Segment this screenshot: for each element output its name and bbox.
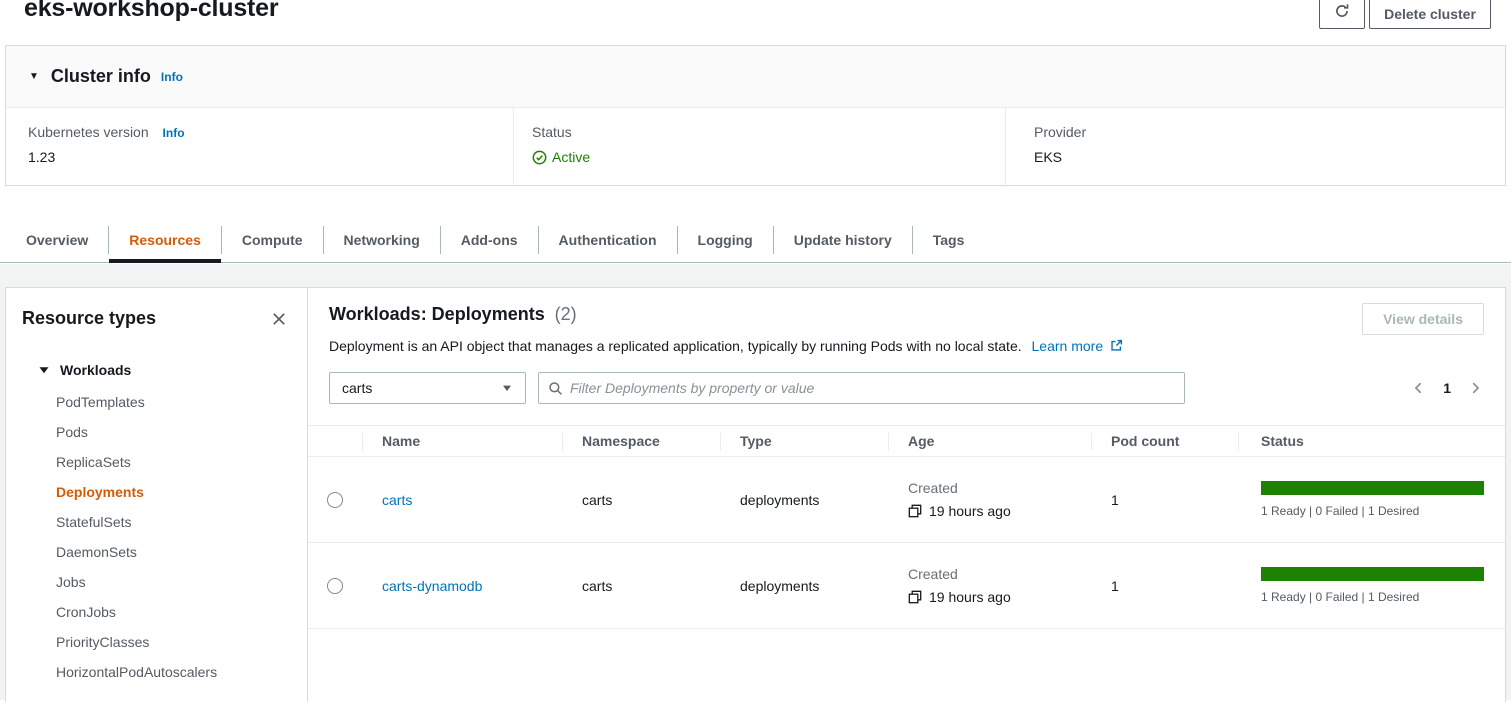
age-cell: Created 19 hours ago (888, 566, 1091, 605)
sidebar-item-horizontalpodautoscalers[interactable]: HorizontalPodAutoscalers (6, 657, 307, 687)
pod-count-cell: 1 (1091, 492, 1238, 508)
refresh-button[interactable] (1319, 0, 1365, 29)
status-bar (1261, 481, 1484, 495)
tab-overview[interactable]: Overview (6, 218, 108, 262)
row-radio-button[interactable] (327, 578, 343, 594)
namespace-cell: carts (562, 492, 720, 508)
next-page-button[interactable] (1466, 379, 1484, 397)
tab-bar: Overview Resources Compute Networking Ad… (0, 218, 1511, 263)
deployments-description: Deployment is an API object that manages… (329, 337, 1484, 357)
table-header-row: Name Namespace Type Age Pod count Status (308, 426, 1505, 457)
cluster-info-panel: ▼ Cluster info Info Kubernetes version I… (5, 45, 1506, 186)
collapse-triangle-icon: ▼ (29, 71, 39, 82)
row-radio-button[interactable] (327, 492, 343, 508)
cluster-info-title: Cluster info (51, 66, 151, 87)
resource-types-title: Resource types (22, 308, 156, 329)
deployments-panel: Workloads: Deployments (2) View details … (308, 288, 1505, 702)
sidebar-item-cronjobs[interactable]: CronJobs (6, 597, 307, 627)
status-bar (1261, 567, 1484, 581)
type-cell: deployments (720, 578, 888, 594)
status-summary: 1 Ready | 0 Failed | 1 Desired (1261, 504, 1484, 518)
previous-page-button[interactable] (1410, 379, 1428, 397)
status-label: Status (532, 124, 1005, 140)
tab-compute[interactable]: Compute (222, 218, 323, 262)
close-icon (271, 315, 287, 330)
filter-dropdown[interactable]: carts (329, 372, 526, 404)
resource-types-sidebar: Resource types Workloads PodTemplates Po… (6, 288, 308, 702)
chevron-left-icon (1412, 383, 1426, 398)
page-title: eks-workshop-cluster (24, 0, 278, 23)
type-cell: deployments (720, 492, 888, 508)
timestamp-icon (908, 504, 922, 518)
column-header-pod-count: Pod count (1091, 426, 1238, 456)
sidebar-item-statefulsets[interactable]: StatefulSets (6, 507, 307, 537)
search-box (538, 372, 1185, 404)
column-header-status: Status (1238, 426, 1505, 456)
tab-add-ons[interactable]: Add-ons (441, 218, 538, 262)
column-header-namespace: Namespace (562, 426, 720, 456)
sidebar-item-jobs[interactable]: Jobs (6, 567, 307, 597)
learn-more-link[interactable]: Learn more (1032, 338, 1104, 354)
check-circle-icon (532, 150, 547, 165)
sidebar-item-daemonsets[interactable]: DaemonSets (6, 537, 307, 567)
sidebar-group-workloads[interactable]: Workloads (6, 362, 307, 378)
search-icon (548, 381, 563, 396)
provider-label: Provider (1034, 124, 1505, 140)
status-cell: 1 Ready | 0 Failed | 1 Desired (1238, 567, 1505, 604)
filter-dropdown-value: carts (342, 380, 372, 396)
tab-logging[interactable]: Logging (678, 218, 773, 262)
provider-value: EKS (1034, 149, 1505, 165)
column-header-name: Name (362, 426, 562, 456)
tab-tags[interactable]: Tags (913, 218, 985, 262)
search-input[interactable] (570, 380, 1175, 396)
sidebar-item-deployments[interactable]: Deployments (6, 477, 307, 507)
kubernetes-version-label: Kubernetes version Info (28, 124, 513, 140)
current-page-number[interactable]: 1 (1443, 380, 1451, 396)
deployment-name-link[interactable]: carts-dynamodb (382, 578, 482, 594)
deployment-name-link[interactable]: carts (382, 492, 412, 508)
kubernetes-version-info-link[interactable]: Info (163, 126, 185, 140)
view-details-button[interactable]: View details (1362, 303, 1484, 335)
status-cell: 1 Ready | 0 Failed | 1 Desired (1238, 481, 1505, 518)
cluster-info-header[interactable]: ▼ Cluster info Info (6, 46, 1505, 108)
chevron-down-icon (39, 365, 49, 375)
tab-networking[interactable]: Networking (324, 218, 440, 262)
delete-cluster-button[interactable]: Delete cluster (1369, 0, 1491, 29)
chevron-right-icon (1468, 383, 1482, 398)
deployments-table: Name Namespace Type Age Pod count Status… (308, 425, 1505, 629)
table-row: carts-dynamodb carts deployments Created… (308, 543, 1505, 629)
sidebar-item-replicasets[interactable]: ReplicaSets (6, 447, 307, 477)
close-sidebar-button[interactable] (269, 309, 289, 329)
sidebar-item-pods[interactable]: Pods (6, 417, 307, 447)
sidebar-item-podtemplates[interactable]: PodTemplates (6, 387, 307, 417)
age-cell: Created 19 hours ago (888, 480, 1091, 519)
pod-count-cell: 1 (1091, 578, 1238, 594)
kubernetes-version-value: 1.23 (28, 149, 513, 165)
sidebar-item-priorityclasses[interactable]: PriorityClasses (6, 627, 307, 657)
pagination: 1 (1410, 379, 1484, 397)
namespace-cell: carts (562, 578, 720, 594)
tab-authentication[interactable]: Authentication (539, 218, 677, 262)
refresh-icon (1334, 3, 1350, 22)
cluster-info-info-link[interactable]: Info (161, 70, 183, 84)
timestamp-icon (908, 590, 922, 604)
deployments-title: Workloads: Deployments (329, 304, 545, 324)
table-row: carts carts deployments Created 19 hours… (308, 457, 1505, 543)
status-value: Active (532, 149, 1005, 165)
column-header-type: Type (720, 426, 888, 456)
external-link-icon (1110, 339, 1123, 355)
column-header-age: Age (888, 426, 1091, 456)
status-summary: 1 Ready | 0 Failed | 1 Desired (1261, 590, 1484, 604)
caret-down-icon (501, 382, 513, 394)
tab-resources[interactable]: Resources (109, 218, 221, 262)
tab-update-history[interactable]: Update history (774, 218, 912, 262)
deployments-count: (2) (555, 304, 577, 324)
